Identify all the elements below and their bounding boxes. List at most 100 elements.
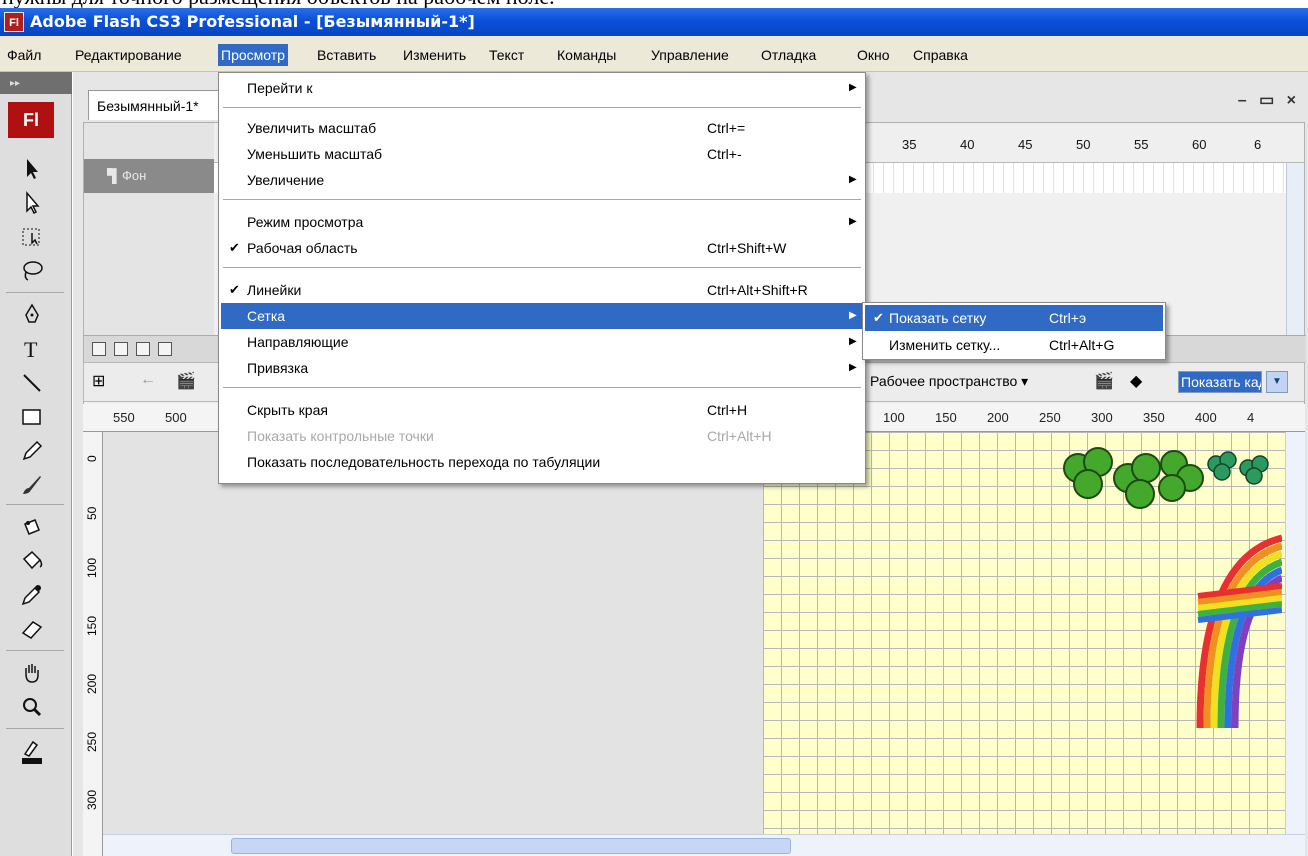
line-tool-icon[interactable] [10,366,54,400]
add-layer-icon[interactable] [92,342,106,356]
menu-control[interactable]: Управление [648,44,732,66]
submenu-item-edit-grid[interactable]: Изменить сетку... Ctrl+Alt+G [865,332,1163,358]
timeline-toggle-icon[interactable]: ⊞ [92,371,105,391]
menu-window[interactable]: Окно [854,44,893,66]
ruler-label: 0 [85,455,99,462]
edit-scene-icon[interactable]: 🎬 [1094,371,1114,391]
menu-file[interactable]: Файл [4,44,44,66]
ruler-label: 200 [987,410,1009,425]
zoom-input[interactable]: Показать кадр [1178,371,1262,393]
lasso-tool-icon[interactable] [10,254,54,288]
eraser-tool-icon[interactable] [10,612,54,646]
submenu-arrow-icon: ▶ [849,336,857,347]
submenu-arrow-icon: ▶ [849,216,857,227]
text-tool-icon[interactable]: T [10,332,54,366]
pencil-tool-icon[interactable] [10,434,54,468]
rectangle-tool-icon[interactable] [10,400,54,434]
menu-item-grid[interactable]: Сетка ▶ [221,303,863,329]
tools-separator [6,650,64,651]
ruler-label: 350 [1143,410,1165,425]
ink-bottle-tool-icon[interactable] [10,510,54,544]
menu-item-preview-mode[interactable]: Режим просмотра ▶ [221,209,863,235]
submenu-item-show-grid[interactable]: ✔ Показать сетку Ctrl+э [865,305,1163,331]
submenu-arrow-icon: ▶ [849,174,857,185]
document-window-controls[interactable]: – ▭ × [1238,90,1300,110]
document-text-snippet: нужны для точного размещения объектов на… [0,0,1308,8]
ruler-label: 100 [85,557,99,578]
frame-number: 45 [1018,137,1033,152]
ruler-label: 550 [113,410,135,425]
menu-item-guides[interactable]: Направляющие ▶ [221,329,863,355]
panel-collapse-icon[interactable]: ▸▸ [0,72,72,94]
scene-icon[interactable]: 🎬 [176,371,196,391]
submenu-arrow-icon: ▶ [849,82,857,93]
ruler-label: 150 [85,615,99,636]
ruler-label: 300 [85,789,99,810]
back-arrow-icon[interactable]: ← [140,371,156,389]
ruler-label: 500 [165,410,187,425]
menu-separator [223,267,861,268]
menu-item-magnification[interactable]: Увеличение ▶ [221,167,863,193]
zoom-dropdown-button[interactable]: ▼ [1266,371,1288,393]
workspace-label[interactable]: Рабочее пространство ▾ [870,373,1028,390]
trash-icon[interactable] [158,342,172,356]
stroke-color-icon[interactable] [10,734,54,768]
menu-item-hide-edges[interactable]: Скрыть края Ctrl+H [221,397,863,423]
tools-separator [6,292,64,293]
menu-item-rulers[interactable]: ✔ Линейки Ctrl+Alt+Shift+R [221,277,863,303]
document-tab[interactable]: Безымянный-1* [88,90,228,120]
menu-edit[interactable]: Редактирование [72,44,185,66]
edit-symbols-icon[interactable]: ◆ [1130,371,1142,391]
ruler-label: 150 [935,410,957,425]
clover-rainbow-image [1063,447,1282,729]
ruler-label: 250 [85,731,99,752]
hand-tool-icon[interactable] [10,656,54,690]
menu-separator [223,107,861,108]
menu-item-show-shape-hints: Показать контрольные точки Ctrl+Alt+H [247,428,772,444]
stage-horizontal-scrollbar[interactable] [103,834,1305,856]
menu-commands[interactable]: Команды [554,44,619,66]
add-folder-icon[interactable] [136,342,150,356]
frame-number: 35 [902,137,917,152]
tools-separator [6,504,64,505]
title-bar: Fl Adobe Flash CS3 Professional - [Безым… [0,8,1308,36]
vertical-ruler[interactable]: 0 50 100 150 200 250 300 [83,432,103,856]
subselection-tool-icon[interactable] [10,186,54,220]
selection-tool-icon[interactable] [10,152,54,186]
layers-column: ▝▌ Фон [84,123,214,335]
brush-tool-icon[interactable] [10,468,54,502]
tools-separator [6,728,64,729]
ruler-label: 50 [85,506,99,520]
ruler-label: 300 [1091,410,1113,425]
add-guide-layer-icon[interactable] [114,342,128,356]
menu-text[interactable]: Текст [486,44,527,66]
menu-debug[interactable]: Отладка [758,44,819,66]
flash-logo: Fl [8,102,54,138]
timeline-vertical-scrollbar[interactable] [1286,163,1304,335]
free-transform-tool-icon[interactable] [10,220,54,254]
frame-number: 60 [1192,137,1207,152]
menu-item-zoom-out[interactable]: Уменьшить масштаб Ctrl+- [221,141,863,167]
ruler-label: 250 [1039,410,1061,425]
eyedropper-tool-icon[interactable] [10,578,54,612]
menu-item-show-tab-order[interactable]: Показать последовательность перехода по … [221,449,863,475]
stage-vertical-scrollbar[interactable] [1285,432,1305,834]
menu-item-zoom-in[interactable]: Увеличить масштаб Ctrl+= [221,115,863,141]
menu-item-snapping[interactable]: Привязка ▶ [221,355,863,381]
pen-tool-icon[interactable] [10,298,54,332]
menu-modify[interactable]: Изменить [400,44,469,66]
menu-insert[interactable]: Вставить [314,44,379,66]
menu-view[interactable]: Просмотр [218,44,288,66]
flash-app-icon: Fl [4,12,24,32]
menu-item-goto[interactable]: Перейти к ▶ [221,75,863,101]
layer-row[interactable]: ▝▌ Фон [84,159,214,193]
menu-separator [223,387,861,388]
menu-item-work-area[interactable]: ✔ Рабочая область Ctrl+Shift+W [221,235,863,261]
ruler-label: 400 [1195,410,1217,425]
tools-panel: ▸▸ Fl T [0,72,72,856]
menu-help[interactable]: Справка [910,44,971,66]
horizontal-scroll-thumb[interactable] [231,838,791,854]
zoom-tool-icon[interactable] [10,690,54,724]
paint-bucket-tool-icon[interactable] [10,544,54,578]
layer-icon: ▝▌ [102,168,122,183]
